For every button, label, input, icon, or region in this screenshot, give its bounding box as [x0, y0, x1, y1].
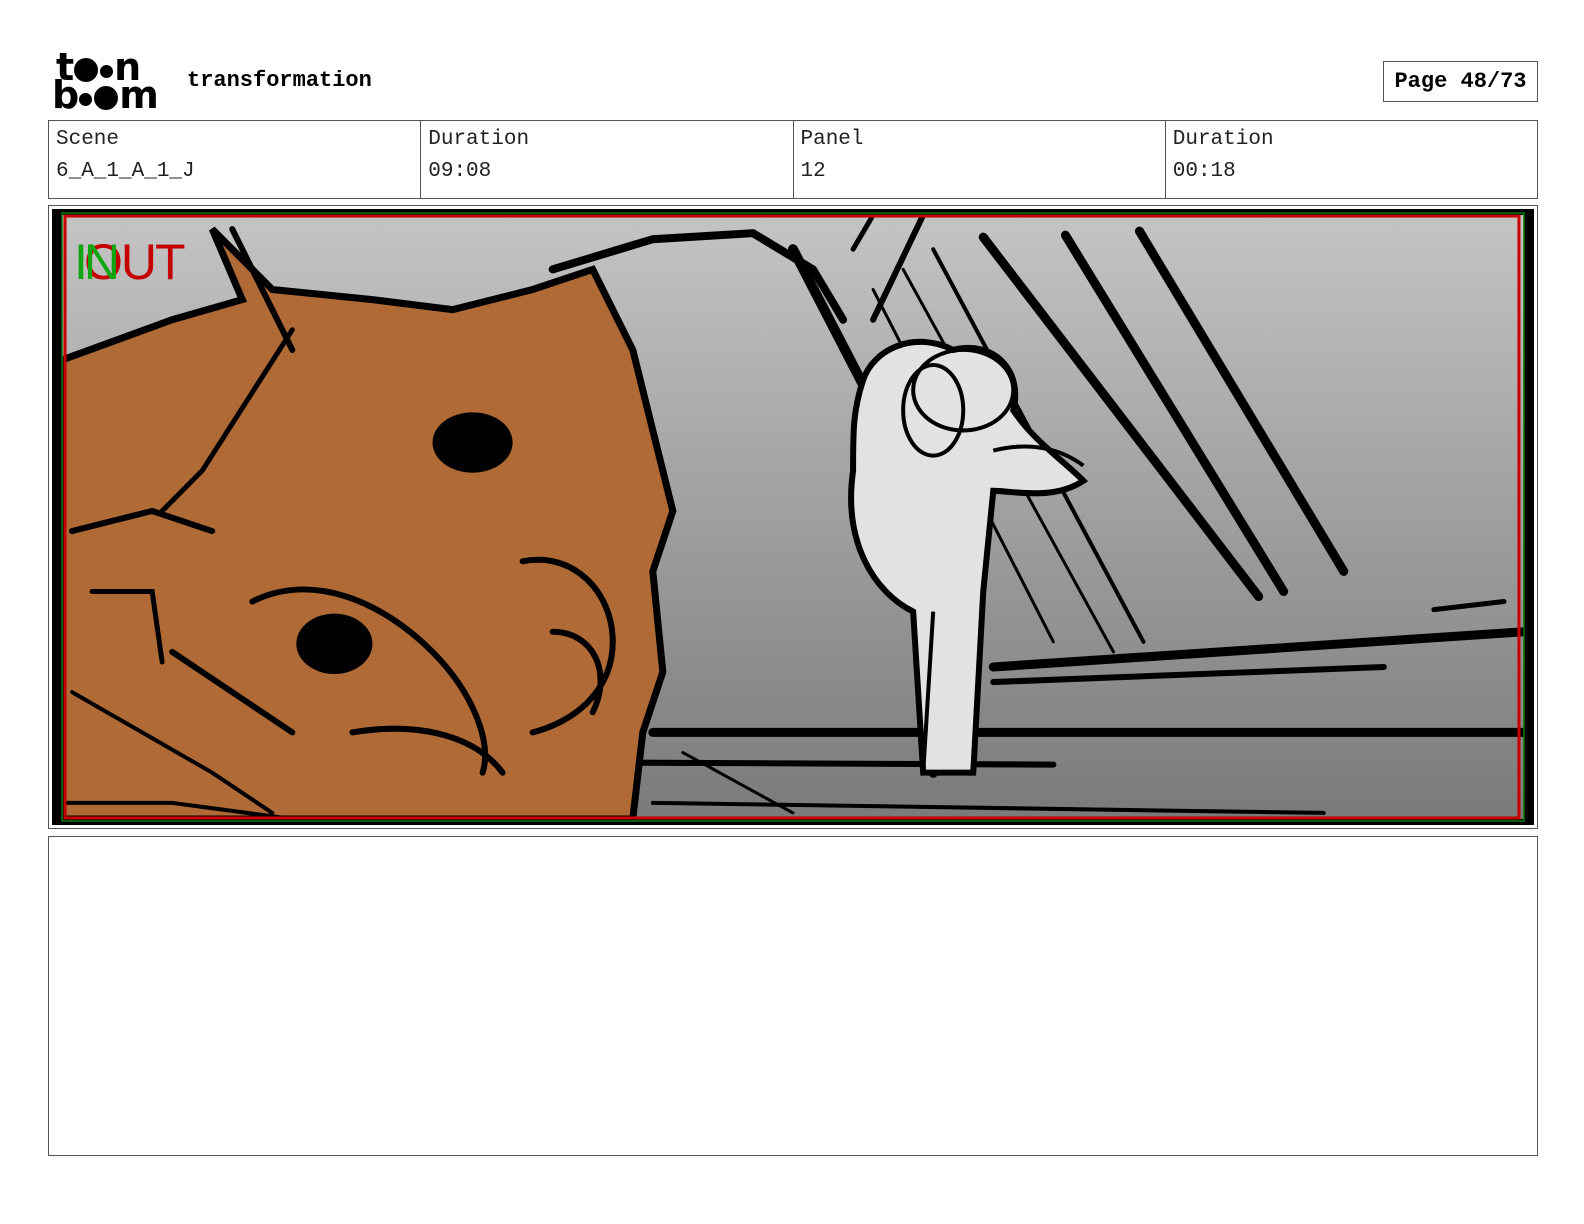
scene-duration-cell: Duration 09:08 — [421, 121, 794, 198]
character-nostril — [296, 613, 373, 675]
scene-cell: Scene 6_A_1_A_1_J — [49, 121, 422, 198]
panel-label: Panel — [800, 128, 864, 151]
panel-cell: Panel 12 — [794, 121, 1166, 198]
project-title: transformation — [187, 68, 372, 93]
panel-value: 12 — [800, 160, 826, 183]
panel-notes-box[interactable] — [48, 836, 1538, 1156]
page-indicator: Page 48/73 — [1383, 61, 1538, 102]
logo-bottom-row: bm — [52, 73, 159, 117]
scene-duration-value: 09:08 — [428, 160, 492, 183]
panel-duration-cell: Duration 00:18 — [1166, 121, 1537, 198]
logo-dot — [94, 86, 119, 110]
panel-drawing — [58, 212, 1529, 823]
scene-label: Scene — [56, 128, 120, 151]
panel-duration-label: Duration — [1172, 128, 1274, 151]
character-eye — [432, 412, 513, 473]
panel-duration-value: 00:18 — [1172, 160, 1236, 183]
logo-dot-small — [79, 93, 93, 106]
storyboard-panel-image: OUT IN — [52, 209, 1534, 825]
scene-duration-label: Duration — [428, 128, 530, 151]
in-marker: IN — [74, 234, 120, 290]
storyboard-panel-frame: OUT IN — [48, 205, 1538, 829]
scene-value: 6_A_1_A_1_J — [56, 160, 195, 183]
toonboom-logo: tn bm — [52, 48, 164, 117]
panel-info-table: Scene 6_A_1_A_1_J Duration 09:08 Panel 1… — [48, 120, 1538, 199]
logo-dot-small — [100, 65, 114, 78]
